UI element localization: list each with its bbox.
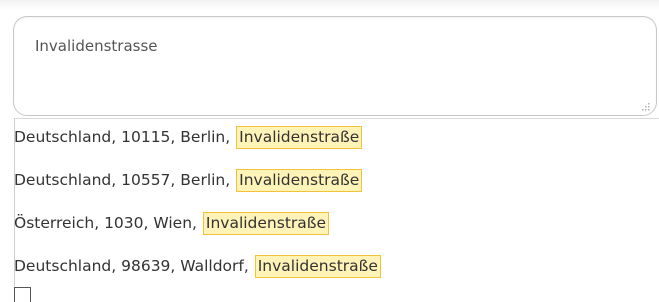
suggestion-item[interactable]: Deutschland, 10115, Berlin, Invalidenstr… [14,124,363,150]
resize-grip-icon[interactable] [642,103,650,111]
suggestion-match-highlight: Invalidenstraße [236,125,363,149]
suggestion-item[interactable]: Deutschland, 10557, Berlin, Invalidenstr… [14,167,363,193]
suggestion-prefix: Deutschland, 98639, Walldorf, [14,257,254,275]
suggestion-match-highlight: Invalidenstraße [254,254,381,278]
suggestion-prefix: Österreich, 1030, Wien, [14,214,202,232]
suggestion-match-highlight: Invalidenstraße [202,211,330,235]
address-input[interactable]: Invalidenstrasse [13,16,657,116]
suggestion-item[interactable]: Deutschland, 98639, Walldorf, Invalidens… [14,253,381,279]
address-autocomplete: Invalidenstrasse Deutschland, 10115, Ber… [0,0,659,302]
suggestion-item[interactable]: Österreich, 1030, Wien, Invalidenstraße [14,210,330,236]
top-shadow [0,0,659,10]
suggestion-prefix: Deutschland, 10557, Berlin, [14,171,236,189]
suggestion-match-highlight: Invalidenstraße [236,168,363,192]
address-input-value: Invalidenstrasse [35,37,158,55]
suggestion-prefix: Deutschland, 10115, Berlin, [14,128,236,146]
checkbox[interactable] [14,287,31,302]
